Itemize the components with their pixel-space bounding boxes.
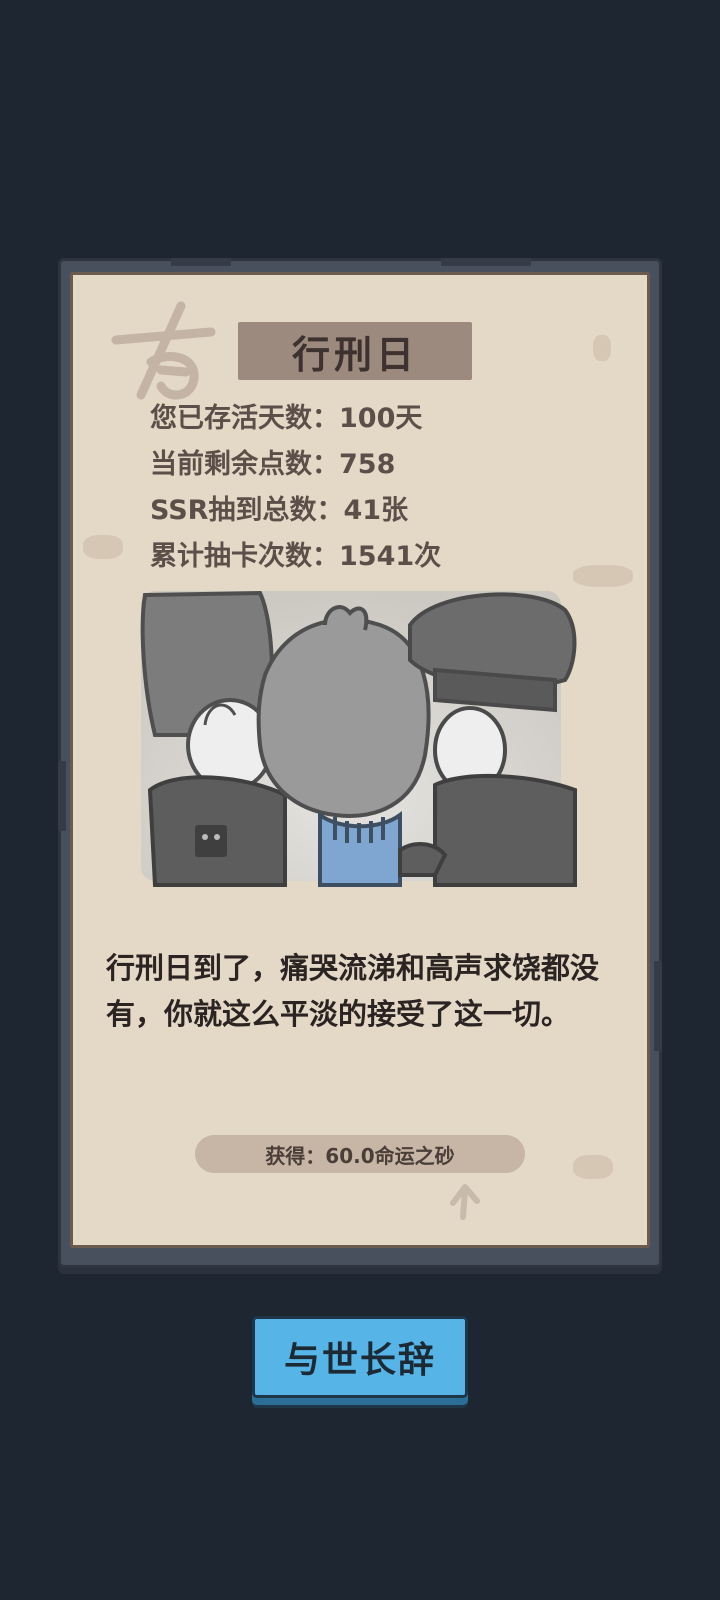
card-title: 行刑日 xyxy=(291,332,418,377)
stats-list: 您已存活天数：100天 当前剩余点数：758 SSR抽到总数：41张 累计抽卡次… xyxy=(150,396,441,580)
arrow-up-icon xyxy=(450,1184,480,1220)
depart-world-button[interactable]: 与世长辞 xyxy=(252,1316,468,1398)
paper-stain xyxy=(83,535,123,559)
stat-total-draws: 累计抽卡次数：1541次 xyxy=(150,541,442,572)
event-description: 行刑日到了，痛哭流涕和高声求饶都没有，你就这么平淡的接受了这一切。 xyxy=(106,951,600,1031)
execution-illustration xyxy=(140,590,577,887)
stat-days-survived: 您已存活天数：100天 xyxy=(150,403,423,434)
depart-world-button-label: 与世长辞 xyxy=(283,1340,436,1381)
faded-stamp-icon xyxy=(111,301,216,400)
frame-crack xyxy=(171,258,231,266)
title-banner: 行刑日 xyxy=(238,322,472,380)
frame-crack xyxy=(654,961,662,1051)
stat-remaining-points: 当前剩余点数：758 xyxy=(150,449,396,480)
paper-stain xyxy=(573,1155,613,1179)
paper-stain xyxy=(593,335,611,361)
reward-badge: 获得：60.0命运之砂 xyxy=(195,1135,525,1173)
frame-crack xyxy=(441,258,531,266)
reward-text: 获得：60.0命运之砂 xyxy=(265,1143,455,1168)
stat-ssr-total: SSR抽到总数：41张 xyxy=(150,495,409,526)
frame-crack xyxy=(58,761,66,831)
paper-stain xyxy=(573,565,633,587)
